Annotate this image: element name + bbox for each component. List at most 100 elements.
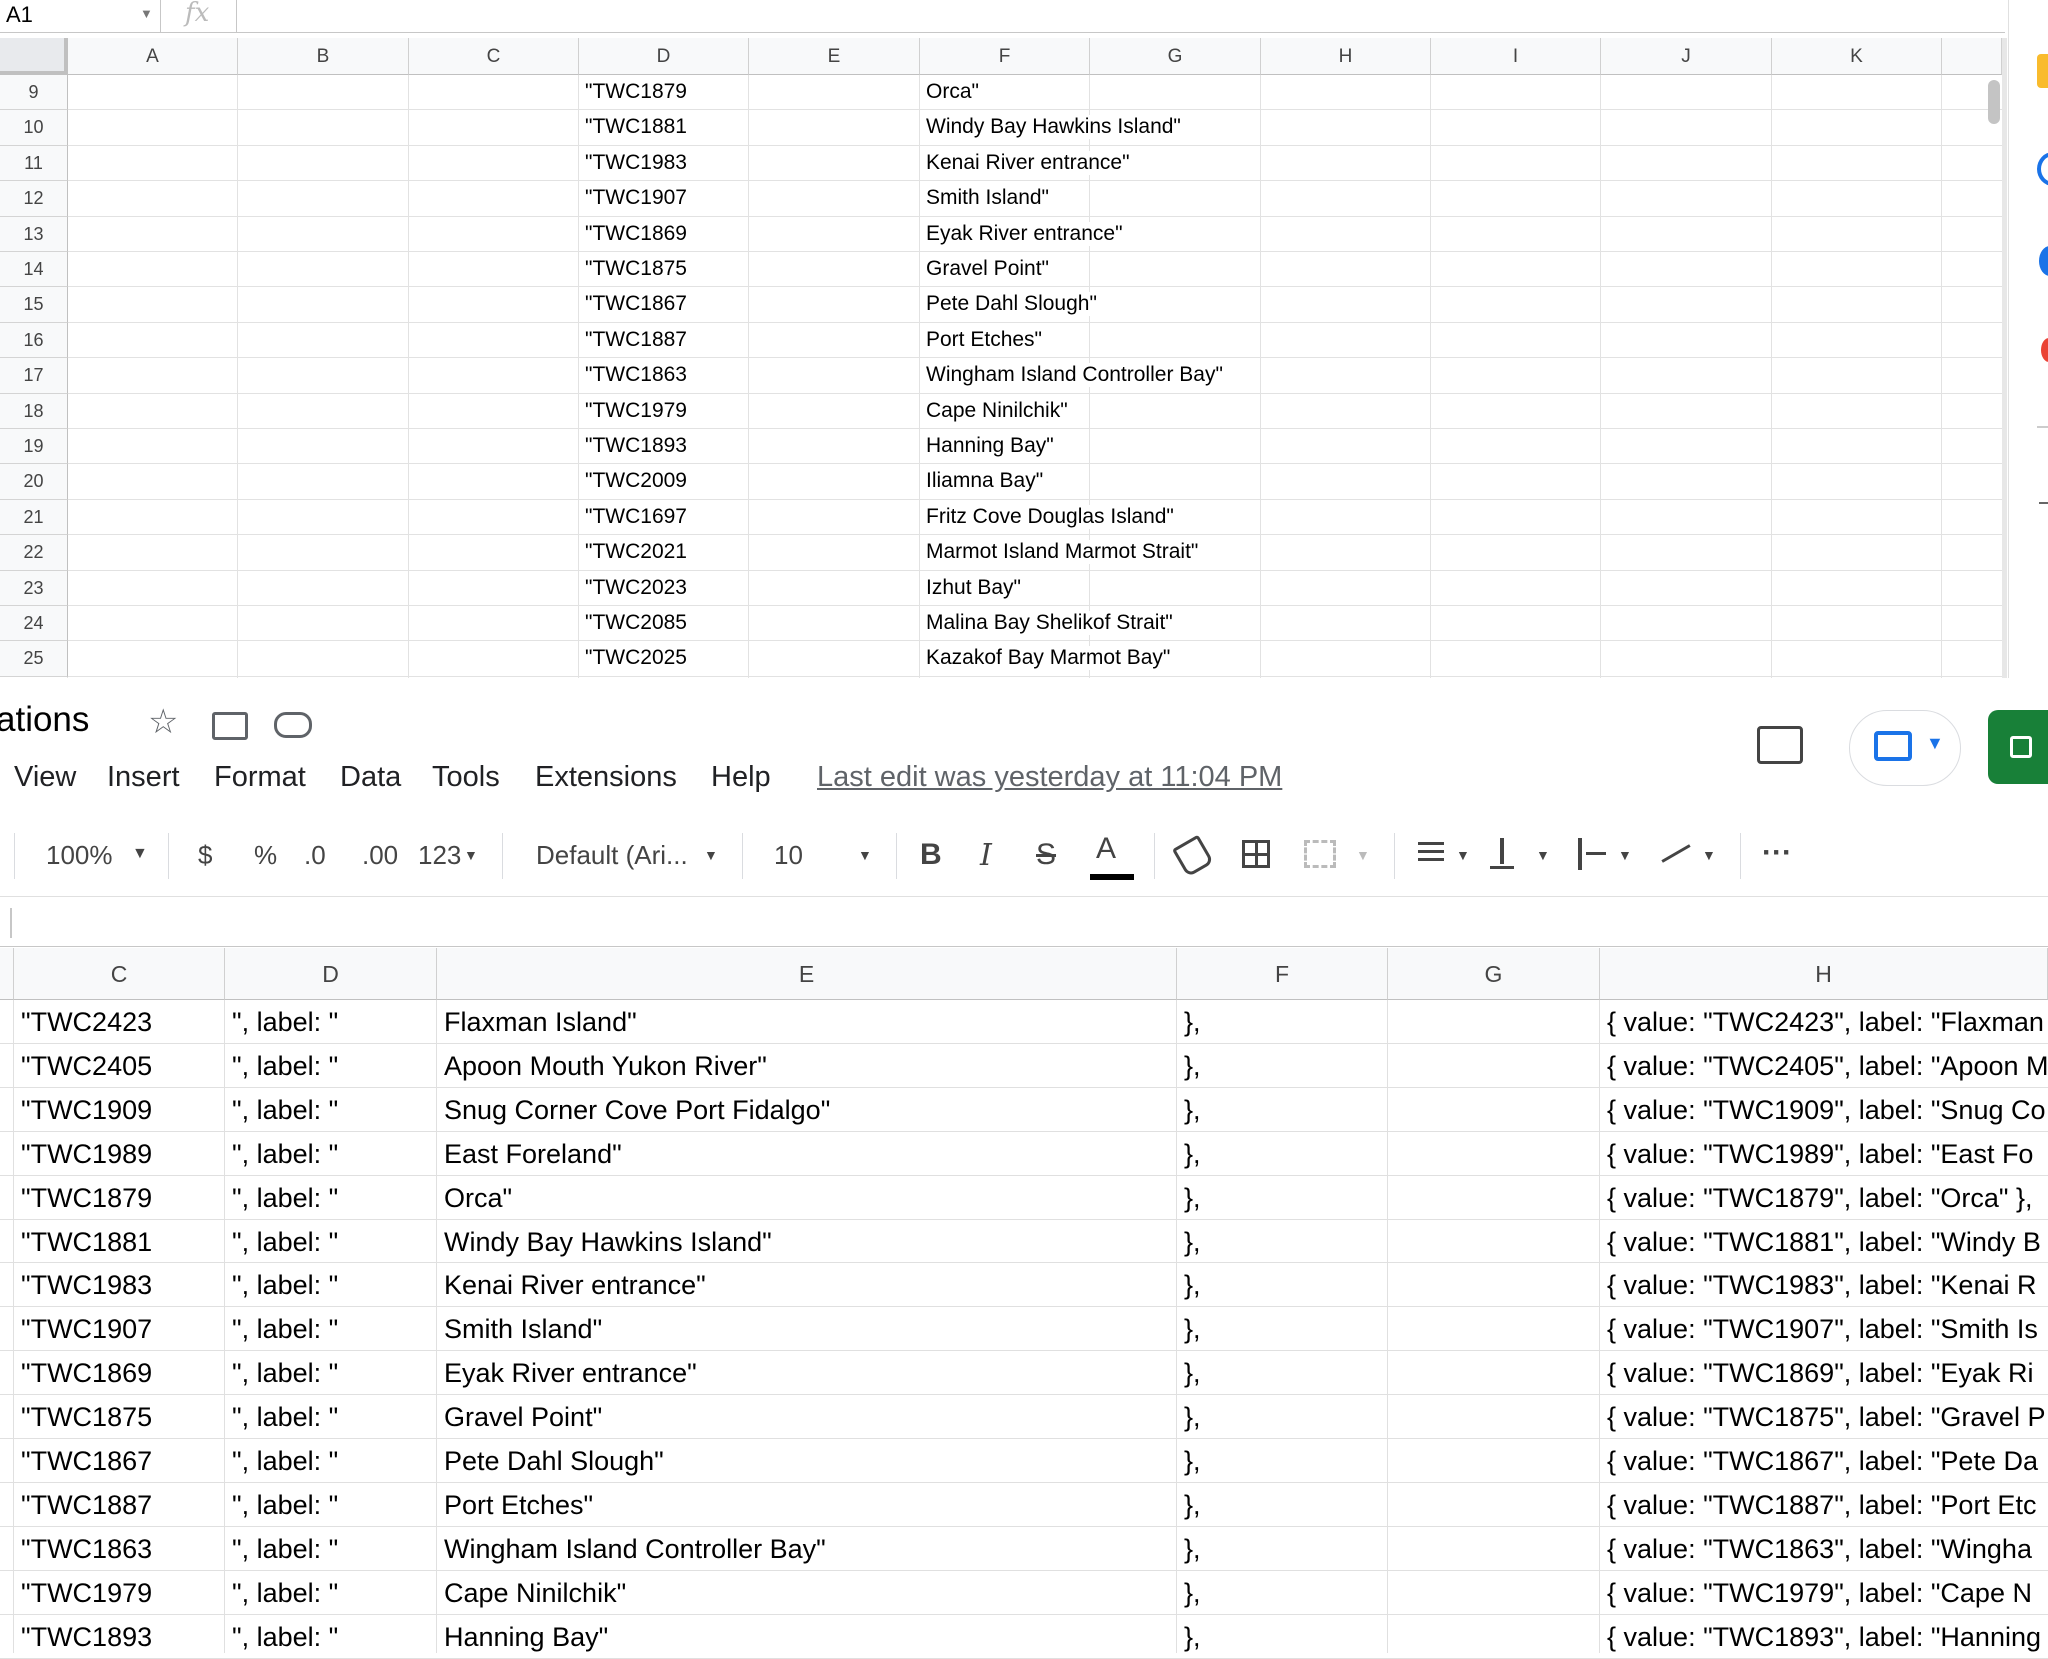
vertical-scrollbar-track[interactable] [2002, 38, 2007, 678]
cell-d[interactable]: ", label: " [232, 1270, 338, 1301]
cell-f[interactable]: Smith Island" [926, 186, 1050, 211]
cell-e[interactable]: Apoon Mouth Yukon River" [444, 1051, 767, 1082]
chevron-down-icon[interactable]: ▼ [1356, 847, 1370, 863]
cell-f[interactable]: Hanning Bay" [926, 434, 1054, 458]
chevron-down-icon[interactable]: ▼ [704, 847, 718, 863]
cell-d[interactable]: "TWC1867 [585, 292, 687, 317]
menu-help[interactable]: Help [711, 761, 771, 794]
cell-f[interactable]: Gravel Point" [926, 257, 1050, 281]
font-size-select[interactable]: 10 [774, 840, 803, 871]
cell-e[interactable]: Cape Ninilchik" [444, 1578, 626, 1609]
cell-e[interactable]: Kenai River entrance" [444, 1270, 706, 1301]
cell-f[interactable]: Cape Ninilchik" [926, 398, 1068, 423]
percent-button[interactable]: % [254, 840, 277, 871]
cloud-status-icon[interactable] [274, 712, 312, 738]
cell-d[interactable]: "TWC1875 [585, 257, 687, 281]
cell-d[interactable]: ", label: " [232, 1227, 338, 1258]
column-header-d[interactable]: D [579, 38, 749, 75]
cell-c[interactable]: "TWC1869 [21, 1358, 152, 1389]
cell-e[interactable]: Smith Island" [444, 1314, 602, 1345]
cell-d[interactable]: "TWC2009 [585, 469, 687, 494]
font-select[interactable]: Default (Ari... [536, 840, 688, 871]
column-header-g[interactable]: G [1388, 948, 1600, 1000]
vertical-align-icon[interactable] [1500, 838, 1504, 864]
row-header[interactable]: 14 [0, 252, 68, 288]
row-header[interactable]: 17 [0, 358, 68, 394]
cell-e[interactable]: Windy Bay Hawkins Island" [444, 1227, 772, 1258]
formula-bar-top[interactable]: fx [161, 0, 2005, 33]
column-header-h[interactable]: H [1261, 38, 1431, 75]
column-header-c[interactable]: C [14, 948, 225, 1000]
cell-f[interactable]: }, [1184, 1007, 1201, 1038]
column-header-g[interactable]: G [1090, 38, 1261, 75]
cell-h[interactable]: { value: "TWC1875", label: "Gravel P [1607, 1402, 2048, 1433]
cell-f[interactable]: }, [1184, 1314, 1201, 1345]
cell-e[interactable]: Pete Dahl Slough" [444, 1446, 664, 1477]
cell-f[interactable]: }, [1184, 1402, 1201, 1433]
present-button[interactable]: ▼ [1849, 710, 1961, 786]
cell-e[interactable]: Gravel Point" [444, 1402, 602, 1433]
cell-e[interactable]: East Foreland" [444, 1139, 622, 1170]
row-header[interactable]: 10 [0, 110, 68, 146]
increase-decimal-button[interactable]: .00 [362, 840, 398, 871]
tasks-icon[interactable] [2037, 152, 2048, 186]
text-color-button[interactable]: A [1096, 832, 1116, 866]
more-formats-button[interactable]: 123 [418, 840, 461, 871]
cell-d[interactable]: "TWC1697 [585, 504, 687, 529]
cell-h[interactable]: { value: "TWC1983", label: "Kenai R [1607, 1270, 2048, 1301]
cell-e[interactable]: Orca" [444, 1183, 512, 1214]
cell-d[interactable]: "TWC1887 [585, 327, 687, 352]
more-options-button[interactable]: ··· [1762, 836, 1792, 870]
borders-icon[interactable] [1242, 840, 1270, 868]
column-header-b[interactable]: B [238, 38, 409, 75]
row-header[interactable]: 21 [0, 499, 68, 536]
cell-f[interactable]: }, [1184, 1270, 1201, 1301]
chevron-down-icon[interactable]: ▼ [464, 847, 478, 863]
cell-d[interactable]: ", label: " [232, 1095, 338, 1126]
contacts-icon[interactable] [2039, 246, 2048, 276]
column-header-f[interactable]: F [920, 38, 1090, 75]
add-addon-icon[interactable] [2039, 502, 2048, 504]
cell-d[interactable]: ", label: " [232, 1183, 338, 1214]
row-header[interactable]: 24 [0, 606, 68, 642]
row-header[interactable]: 11 [0, 145, 68, 182]
cell-d[interactable]: ", label: " [232, 1007, 338, 1038]
chevron-down-icon[interactable]: ▼ [1926, 733, 1944, 754]
row-header[interactable]: 9 [0, 75, 68, 111]
cell-f[interactable]: Kazakof Bay Marmot Bay" [926, 646, 1171, 671]
cell-f[interactable]: Eyak River entrance" [926, 221, 1123, 246]
cell-d[interactable]: ", label: " [232, 1051, 338, 1082]
currency-button[interactable]: $ [198, 840, 212, 871]
cell-d[interactable]: "TWC1879 [585, 80, 687, 104]
column-header-i[interactable]: I [1431, 38, 1601, 75]
cell-c[interactable]: "TWC1989 [21, 1139, 152, 1170]
share-button[interactable] [1988, 710, 2048, 784]
cell-d[interactable]: ", label: " [232, 1622, 338, 1653]
cell-f[interactable]: }, [1184, 1358, 1201, 1389]
cell-d[interactable]: "TWC1893 [585, 434, 687, 458]
italic-button[interactable]: I [980, 838, 992, 873]
text-wrap-icon[interactable] [1578, 838, 1582, 870]
cell-e[interactable]: Snug Corner Cove Port Fidalgo" [444, 1095, 830, 1126]
menu-insert[interactable]: Insert [107, 761, 180, 794]
cell-h[interactable]: { value: "TWC1893", label: "Hanning [1607, 1622, 2048, 1653]
cell-f[interactable]: }, [1184, 1139, 1201, 1170]
cell-d[interactable]: ", label: " [232, 1314, 338, 1345]
cell-h[interactable]: { value: "TWC1879", label: "Orca" }, [1607, 1183, 2048, 1214]
cell-f[interactable]: Fritz Cove Douglas Island" [926, 504, 1174, 529]
cell-e[interactable]: Port Etches" [444, 1490, 593, 1521]
cell-d[interactable]: "TWC2025 [585, 646, 687, 671]
cell-f[interactable]: Pete Dahl Slough" [926, 292, 1097, 317]
cell-f[interactable]: }, [1184, 1051, 1201, 1082]
menu-extensions[interactable]: Extensions [535, 761, 677, 794]
row-header[interactable]: 15 [0, 287, 68, 323]
menu-format[interactable]: Format [214, 761, 306, 794]
cell-f[interactable]: }, [1184, 1095, 1201, 1126]
cell-f[interactable]: Windy Bay Hawkins Island" [926, 115, 1181, 140]
document-title[interactable]: ations [0, 700, 89, 740]
menu-tools[interactable]: Tools [432, 761, 500, 794]
cell-d[interactable]: "TWC1869 [585, 221, 687, 246]
column-header-c[interactable]: C [409, 38, 579, 75]
chevron-down-icon[interactable]: ▼ [132, 845, 148, 863]
cell-f[interactable]: }, [1184, 1578, 1201, 1609]
